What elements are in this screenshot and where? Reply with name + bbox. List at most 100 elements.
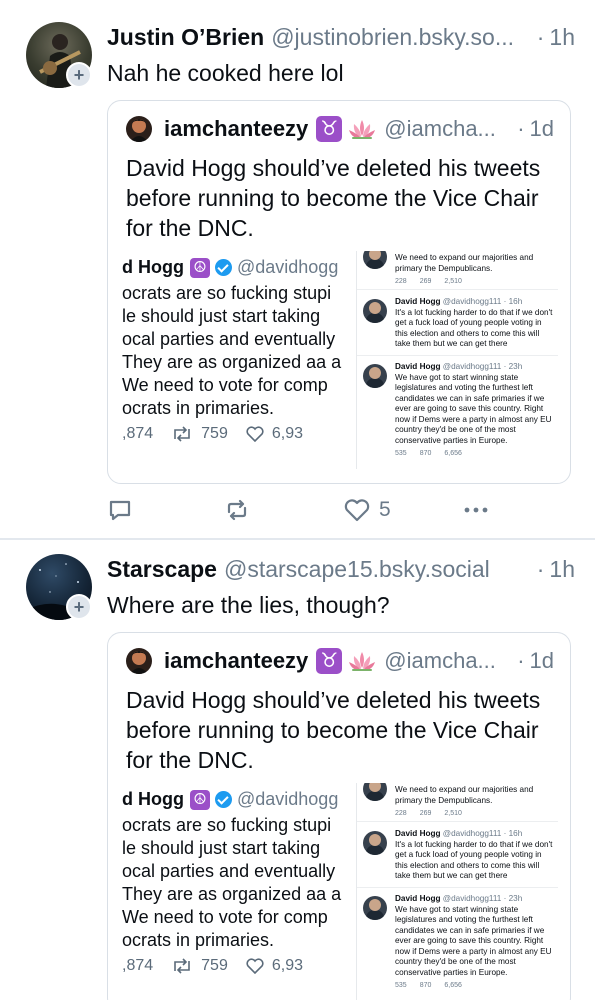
tweet-meta: @davidhogg111 · 23h [442,894,523,903]
tweet-reposts: 870 [419,982,432,989]
tweet-likes: 6,656 [444,982,462,989]
repost-icon [174,958,190,974]
screenshot-line: They are as organized aa a [122,884,342,904]
quote-time[interactable]: 1d [530,116,554,142]
divider [357,887,558,888]
like-button[interactable]: 5 [343,492,391,528]
screenshot-line: ocrats in primaries. [122,398,275,418]
heart-icon [344,499,370,522]
quote-time[interactable]: 1d [530,648,554,674]
screenshot-tweet-stats: 535 870 6,656 [395,981,555,992]
quote-header: iamchanteezy ♉ @iamcha... · 1d [126,647,554,674]
feed-post[interactable]: + Justin O’Brien @justinobrien.bsky.so..… [0,0,595,540]
screenshot-likes: 6,93 [246,425,303,443]
avatar [363,831,387,855]
post-header: Justin O’Brien @justinobrien.bsky.so... … [107,24,575,51]
repost-button[interactable] [224,492,250,528]
tweet-author: David Hogg [395,297,441,306]
reply-icon [109,500,131,521]
author-handle[interactable]: @justinobrien.bsky.so... [271,24,532,51]
tweet-meta: @davidhogg111 · 23h [442,362,523,371]
screenshot-line: le should just start taking [122,838,321,858]
quote-post[interactable]: iamchanteezy ♉ @iamcha... · 1d David Hog… [107,100,571,484]
screenshot-tweet-text: We need to expand our majorities and pri… [395,785,534,805]
taurus-icon: ♉ [316,116,343,142]
screenshot-thread-right: We need to expand our majorities and pri… [356,783,558,1000]
author-name[interactable]: Starscape [107,556,217,583]
screenshot-tweet-text: It's a lot fucking harder to do that if … [395,839,553,881]
quote-author-handle[interactable]: @iamcha... [384,648,512,674]
screenshot-line: ocrats are so fucking stupi [122,815,332,835]
lotus-icon [349,120,376,140]
screenshot-replies: ,874 [122,425,154,442]
screenshot-likes: 6,93 [246,957,303,975]
quote-author-handle[interactable]: @iamcha... [384,116,512,142]
tweet-reposts: 269 [419,810,432,817]
tweet-likes: 2,510 [444,278,462,285]
author-handle[interactable]: @starscape15.bsky.social [224,556,532,583]
post-text: Nah he cooked here lol [107,60,344,86]
screenshot-line: ocrats in primaries. [122,930,275,950]
quote-author-name[interactable]: iamchanteezy [164,648,308,674]
post-actions: 5 [107,492,507,532]
heart-icon [246,426,264,442]
screenshot-author-handle: @davidhogg [236,789,339,809]
avatar [363,783,387,801]
tweet-reposts: 269 [419,278,432,285]
quote-avatar[interactable] [126,115,152,142]
repost-icon [174,426,190,442]
quote-author-name[interactable]: iamchanteezy [164,116,308,142]
screenshot-tweet-left: d Hogg ☮ @davidhogg ocrats are so fuckin… [122,783,348,1000]
post-time[interactable]: 1h [549,24,575,51]
quote-post[interactable]: iamchanteezy ♉ @iamcha... · 1d David Hog… [107,632,571,1000]
separator-dot: · [517,115,525,141]
tweet-likes: 6,656 [444,450,462,457]
screenshot-reposts-count: 759 [201,425,228,442]
quote-image-embed[interactable]: d Hogg ☮ @davidhogg ocrats are so fuckin… [122,783,558,1000]
divider [357,821,558,822]
tweet-meta: @davidhogg111 · 16h [442,297,523,306]
separator-dot: · [536,556,545,582]
quote-image-embed[interactable]: d Hogg ☮ @davidhogg ocrats are so fuckin… [122,251,558,469]
screenshot-tweet-stats: 535 870 6,656 [395,449,555,460]
avatar [363,896,387,920]
screenshot-replies: ,874 [122,957,154,974]
post-time[interactable]: 1h [549,556,575,583]
screenshot-reposts: 759 [171,425,228,443]
verified-icon [214,791,232,808]
follow-plus-button[interactable]: + [66,594,92,620]
avatar [363,364,387,388]
screenshot-reposts: 759 [171,957,228,975]
divider [357,355,558,356]
screenshot-stats: ,874 759 6,93 [122,957,321,975]
avatar [363,251,387,269]
tweet-reposts: 870 [419,450,432,457]
screenshot-line: ocal parties and eventually [122,329,336,349]
tweet-likes: 2,510 [444,810,462,817]
tweet-author: David Hogg [395,894,441,903]
separator-dot: · [536,24,545,50]
lotus-icon [349,652,376,672]
quote-avatar[interactable] [126,647,152,674]
heart-icon [246,958,264,974]
screenshot-line: They are as organized aa a [122,352,342,372]
taurus-icon: ♉ [316,648,343,674]
post-header: Starscape @starscape15.bsky.social · 1h [107,556,575,583]
feed-post[interactable]: + Starscape @starscape15.bsky.social · 1… [0,540,595,1000]
repost-icon [227,499,247,521]
screenshot-line: We need to vote for comp [122,375,328,395]
peace-icon: ☮ [189,789,210,810]
author-name[interactable]: Justin O’Brien [107,24,264,51]
screenshot-tweet-text: We have got to start winning state legis… [395,372,552,445]
more-button[interactable] [461,492,491,528]
reply-button[interactable] [107,492,133,528]
follow-plus-button[interactable]: + [66,62,92,88]
screenshot-line: ocrats are so fucking stupi [122,283,332,303]
screenshot-likes-count: 6,93 [271,425,303,442]
screenshot-author-name: d Hogg [122,789,184,809]
separator-dot: · [517,647,525,673]
like-count: 5 [379,498,391,521]
tweet-replies: 535 [395,450,407,457]
tweet-replies: 228 [395,810,407,817]
tweet-replies: 535 [395,982,407,989]
